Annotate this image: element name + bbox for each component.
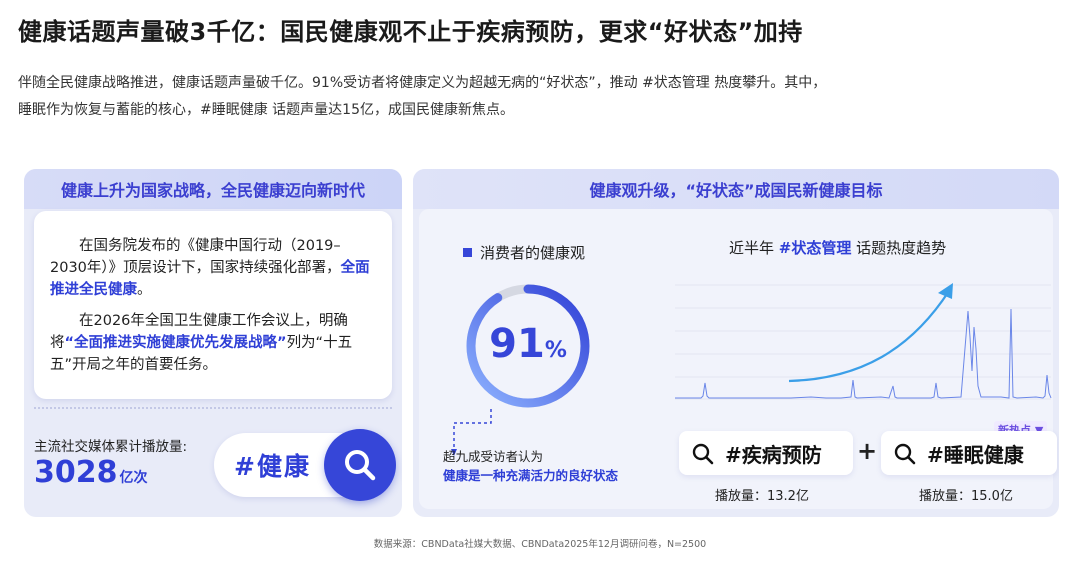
sleep-health-plays: 播放量：15.0亿 [919, 489, 1013, 504]
health-view-panel: 健康观升级，“好状态”成国民新健康目标 消费者的健康观 91% 超九成受访者认为… [413, 169, 1059, 517]
health-hashtag: #健康 [234, 452, 311, 481]
trend-title: 近半年 #状态管理 话题热度趋势 [729, 237, 946, 258]
trend-title-tag: #状态管理 [778, 239, 852, 257]
policy-text: 在国务院发布的《健康中国行动（2019–2030年）》顶层设计下，国家持续强化部… [50, 238, 341, 276]
percent-sign: % [544, 338, 567, 363]
play-count-value: 3028 亿次 [34, 455, 148, 490]
trend-chart [675, 283, 1052, 400]
policy-card: 在国务院发布的《健康中国行动（2019–2030年）》顶层设计下，国家持续强化部… [34, 211, 392, 399]
sleep-health-hashtag: #睡眠健康 [927, 443, 1024, 467]
play-count-number: 3028 [34, 455, 118, 490]
national-strategy-panel: 健康上升为国家战略，全民健康迈向新时代 在国务院发布的《健康中国行动（2019–… [24, 169, 402, 517]
trend-title-prefix: 近半年 [729, 239, 775, 257]
dotted-divider [34, 407, 392, 409]
lead-line-1: 伴随全民健康战略推进，健康话题声量破千亿。91%受访者将健康定义为超越无病的“好… [18, 75, 827, 91]
lead-line-2: 睡眠作为恢复与蓄能的核心，#睡眠健康 话题声量达15亿，成国民健康新焦点。 [18, 102, 514, 118]
consumer-health-view-label: 消费者的健康观 [463, 242, 585, 263]
survey-note: 超九成受访者认为 健康是一种充满活力的良好状态 [443, 447, 618, 485]
disease-prevention-plays: 播放量：13.2亿 [715, 489, 809, 504]
disease-prevention-search[interactable]: #疾病预防 [679, 431, 853, 475]
policy-highlight: “全面推进实施健康优先发展战略” [64, 335, 287, 351]
legend-square-icon [463, 248, 472, 257]
percent-number: 91 [489, 321, 545, 367]
policy-paragraph-2: 在2026年全国卫生健康工作会议上，明确将“全面推进实施健康优先发展战略”列为“… [50, 310, 376, 376]
survey-note-line-1: 超九成受访者认为 [443, 449, 544, 464]
policy-paragraph-1: 在国务院发布的《健康中国行动（2019–2030年）》顶层设计下，国家持续强化部… [50, 235, 376, 301]
national-strategy-header: 健康上升为国家战略，全民健康迈向新时代 [24, 169, 402, 209]
magnifier-glyph [345, 450, 376, 481]
legend-text: 消费者的健康观 [480, 244, 586, 262]
health-view-content: 消费者的健康观 91% 超九成受访者认为 健康是一种充满活力的良好状态 近半年 … [419, 209, 1057, 509]
policy-text-end: 。 [137, 282, 152, 298]
trend-series-line [675, 308, 1052, 399]
trend-arrow-icon [788, 290, 950, 383]
health-hashtag-search[interactable]: #健康 [214, 429, 396, 501]
health-view-header: 健康观升级，“好状态”成国民新健康目标 [413, 169, 1059, 209]
sleep-health-search[interactable]: #睡眠健康 [881, 431, 1057, 475]
plus-icon: + [857, 437, 878, 465]
search-icon [692, 443, 714, 465]
play-count-label: 主流社交媒体累计播放量: [34, 439, 188, 455]
search-icon[interactable] [324, 429, 396, 501]
page-title: 健康话题声量破3千亿：国民健康观不止于疾病预防，更求“好状态”加持 [18, 18, 803, 46]
disease-prevention-hashtag: #疾病预防 [725, 443, 822, 467]
survey-note-line-2: 健康是一种充满活力的良好状态 [443, 468, 619, 483]
percent-value: 91% [463, 321, 593, 367]
chart-gridlines [675, 284, 1051, 400]
lead-paragraph: 伴随全民健康战略推进，健康话题声量破千亿。91%受访者将健康定义为超越无病的“好… [18, 70, 1058, 124]
data-source-note: 数据来源：CBNData社媒大数据、CBNData2025年12月调研问卷，N=… [373, 539, 707, 550]
trend-title-suffix: 话题热度趋势 [856, 239, 947, 257]
play-count-unit: 亿次 [119, 470, 148, 486]
search-icon [894, 443, 916, 465]
